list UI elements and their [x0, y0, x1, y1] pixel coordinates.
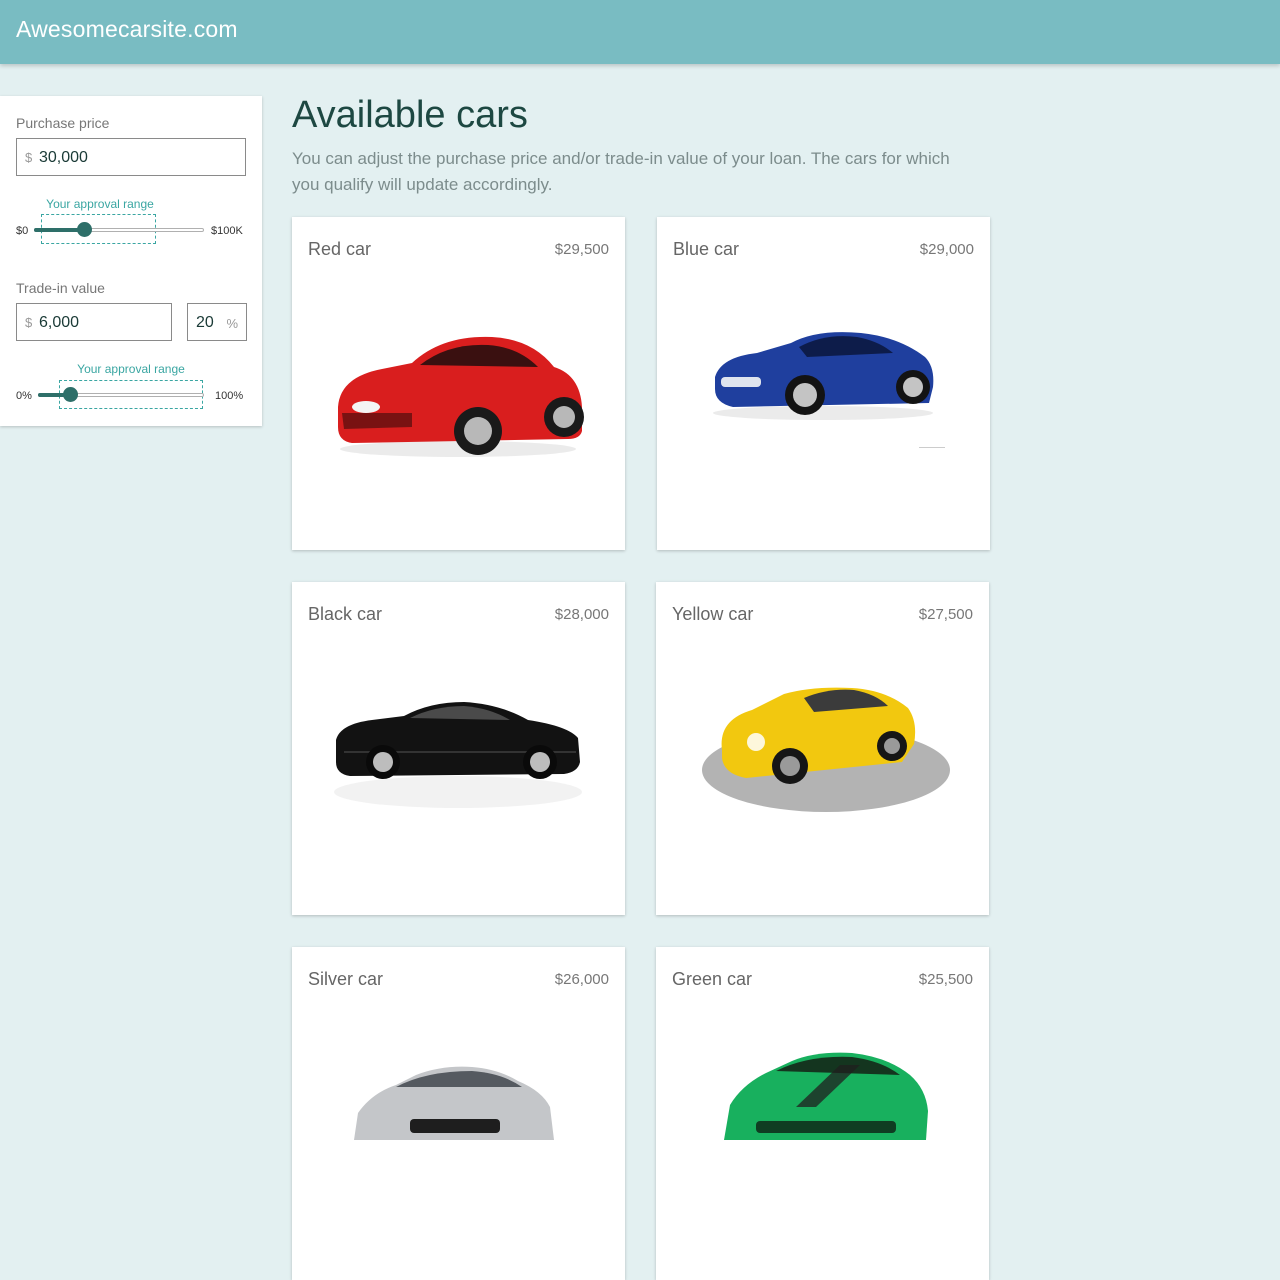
purchase-range-max: $100K [211, 225, 243, 237]
purchase-approval-range-label: Your approval range [46, 197, 154, 211]
car-price: $25,500 [918, 971, 973, 988]
percent-symbol: % [226, 316, 238, 331]
site-logo-link[interactable]: Awesomecarsite.com [16, 16, 238, 43]
car-name: Red car [308, 239, 372, 259]
top-app-bar: Awesomecarsite.com [0, 0, 1280, 64]
purchase-price-value: 30,000 [39, 149, 88, 166]
currency-symbol: $ [25, 315, 33, 330]
car-name: Silver car [308, 969, 384, 989]
trade-in-range-max: 100% [215, 390, 244, 402]
car-card-red[interactable]: Red car $29,500 [292, 217, 625, 550]
car-card-black[interactable]: Black car $28,000 [292, 582, 625, 915]
car-card-yellow[interactable]: Yellow car $27,500 [656, 582, 989, 915]
car-price: $29,500 [554, 241, 609, 258]
car-card-green[interactable]: Green car $25,500 [656, 947, 989, 1280]
purchase-price-slider-thumb[interactable] [77, 222, 92, 237]
car-price: $28,000 [554, 606, 609, 623]
purchase-range-min: $0 [16, 225, 29, 237]
blue-car-image [713, 332, 945, 448]
trade-in-approval-range-label: Your approval range [77, 362, 185, 376]
car-card-silver[interactable]: Silver car $26,000 [292, 947, 625, 1280]
trade-in-range-min: 0% [16, 390, 32, 402]
trade-in-value-label: Trade-in value [16, 280, 105, 296]
purchase-price-label: Purchase price [16, 115, 110, 131]
red-car-image [338, 336, 584, 457]
trade-in-value-value: 6,000 [39, 314, 80, 331]
loan-filter-panel: Purchase price $ 30,000 Your approval ra… [0, 96, 262, 426]
purchase-price-input[interactable]: $ 30,000 [16, 138, 246, 176]
trade-in-slider-thumb[interactable] [63, 387, 78, 402]
car-price: $26,000 [554, 971, 609, 988]
car-card-blue[interactable]: Blue car $29,000 [657, 217, 990, 550]
car-price: $27,500 [918, 606, 973, 623]
trade-in-percent-value: 20 [196, 314, 214, 331]
yellow-car-image [702, 687, 950, 812]
car-name: Black car [308, 604, 383, 624]
page-description: You can adjust the purchase price and/or… [292, 149, 950, 194]
car-price: $29,000 [919, 241, 974, 258]
trade-in-value-input[interactable]: $ 6,000 [16, 303, 172, 341]
car-name: Yellow car [672, 604, 754, 624]
car-name: Green car [672, 969, 753, 989]
car-name: Blue car [673, 239, 740, 259]
trade-in-percent-input[interactable]: 20 % [187, 303, 247, 341]
currency-symbol: $ [25, 150, 33, 165]
black-car-image [334, 702, 582, 808]
page-title: Available cars [292, 94, 528, 136]
